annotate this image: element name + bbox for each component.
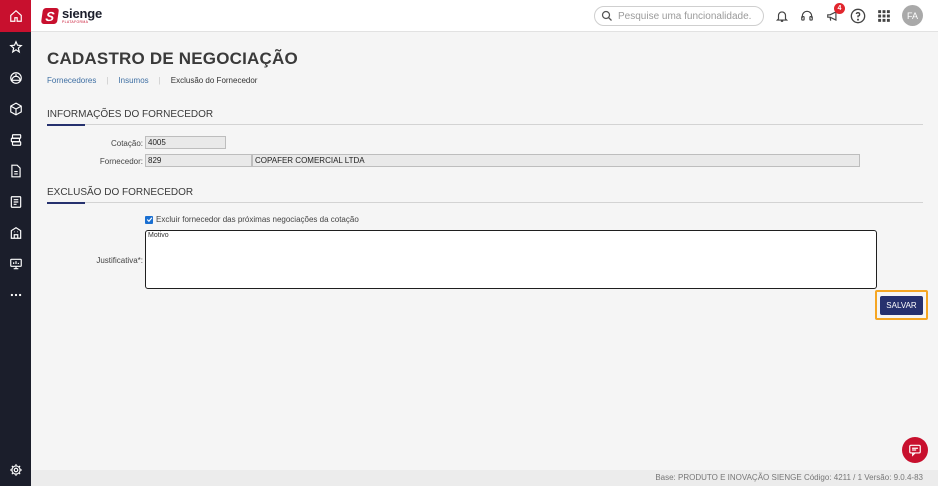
sidebar-item-documents[interactable] — [0, 159, 31, 183]
section-accent — [47, 202, 85, 204]
save-button[interactable]: SALVAR — [880, 295, 923, 315]
support-button[interactable] — [799, 8, 815, 24]
chat-icon — [909, 444, 921, 457]
exclude-supplier-label[interactable]: Excluir fornecedor das próximas negociaç… — [156, 215, 359, 224]
justificativa-textarea[interactable]: Motivo — [145, 230, 877, 289]
apps-grid-icon — [878, 10, 890, 22]
list-document-icon — [10, 196, 21, 208]
sidebar-item-buildings[interactable] — [0, 221, 31, 245]
coins-icon — [10, 134, 21, 146]
monitor-icon — [9, 258, 22, 270]
sidebar-item-favorites[interactable] — [0, 35, 31, 59]
sidebar-item-finance[interactable] — [0, 128, 31, 152]
help-icon — [850, 8, 866, 24]
star-icon — [8, 40, 23, 54]
breadcrumb-fornecedores[interactable]: Fornecedores — [47, 76, 96, 85]
breadcrumb-separator: | — [106, 76, 109, 85]
section-divider — [47, 124, 923, 125]
fornecedor-code-field[interactable]: 829 — [145, 154, 252, 167]
box-icon — [9, 102, 22, 116]
sidebar-item-dashboard[interactable] — [0, 252, 31, 276]
user-avatar[interactable]: FA — [902, 5, 923, 26]
supplier-info-title: INFORMAÇÕES DO FORNECEDOR — [47, 109, 214, 120]
sidebar-item-settings[interactable] — [0, 458, 31, 482]
page-title: CADASTRO DE NEGOCIAÇÃO — [47, 49, 298, 68]
document-icon — [10, 164, 21, 178]
logo-mark-icon: S — [40, 8, 60, 24]
settings-icon — [9, 464, 22, 476]
search-icon — [601, 10, 612, 21]
section-divider — [47, 202, 923, 203]
help-button[interactable] — [850, 8, 866, 24]
search-input[interactable] — [618, 10, 758, 22]
breadcrumb: Fornecedores | Insumos | Exclusão do For… — [47, 76, 257, 85]
fornecedor-name-field[interactable]: COPAFER COMERCIAL LTDA — [252, 154, 860, 167]
helmet-icon — [9, 72, 22, 84]
checkmark-icon — [146, 217, 152, 223]
search-box[interactable] — [594, 6, 764, 26]
cotacao-label: Cotação: — [110, 139, 143, 148]
footer: Base: PRODUTO E INOVAÇÃO SIENGE Código: … — [31, 470, 938, 486]
breadcrumb-current: Exclusão do Fornecedor — [170, 76, 258, 85]
building-icon — [10, 227, 21, 239]
brand-name: sienge — [62, 6, 102, 22]
sidebar-item-home[interactable] — [0, 0, 31, 32]
bell-icon — [775, 11, 789, 22]
save-button-focus-ring: SALVAR — [875, 290, 928, 320]
left-sidebar — [0, 0, 31, 486]
section-accent — [47, 124, 85, 126]
cotacao-field[interactable]: 4005 — [145, 136, 226, 149]
justificativa-label: Justificativa*: — [96, 256, 143, 265]
sidebar-item-supplies[interactable] — [0, 97, 31, 121]
sidebar-item-reports[interactable] — [0, 190, 31, 214]
exclusion-title: EXCLUSÃO DO FORNECEDOR — [47, 187, 194, 198]
more-icon — [10, 293, 21, 297]
fornecedor-label: Fornecedor: — [99, 157, 143, 166]
exclude-supplier-checkbox[interactable] — [145, 215, 153, 224]
brand-logo[interactable]: S sienge PLATAFORMA — [40, 5, 102, 27]
notifications-button[interactable] — [774, 8, 790, 24]
home-icon — [9, 9, 22, 22]
apps-button[interactable] — [876, 8, 892, 24]
sidebar-item-more[interactable] — [0, 283, 31, 307]
breadcrumb-separator: | — [158, 76, 161, 85]
notification-badge: 4 — [834, 3, 845, 14]
sidebar-item-engineering[interactable] — [0, 66, 31, 90]
chat-button[interactable] — [902, 437, 928, 463]
top-bar: S sienge PLATAFORMA 4 FA — [31, 0, 938, 32]
brand-subtitle: PLATAFORMA — [62, 20, 89, 25]
footer-info: Base: PRODUTO E INOVAÇÃO SIENGE Código: … — [655, 473, 923, 482]
headset-icon — [801, 10, 813, 21]
exclude-supplier-option: Excluir fornecedor das próximas negociaç… — [145, 215, 359, 224]
breadcrumb-insumos[interactable]: Insumos — [118, 76, 148, 85]
